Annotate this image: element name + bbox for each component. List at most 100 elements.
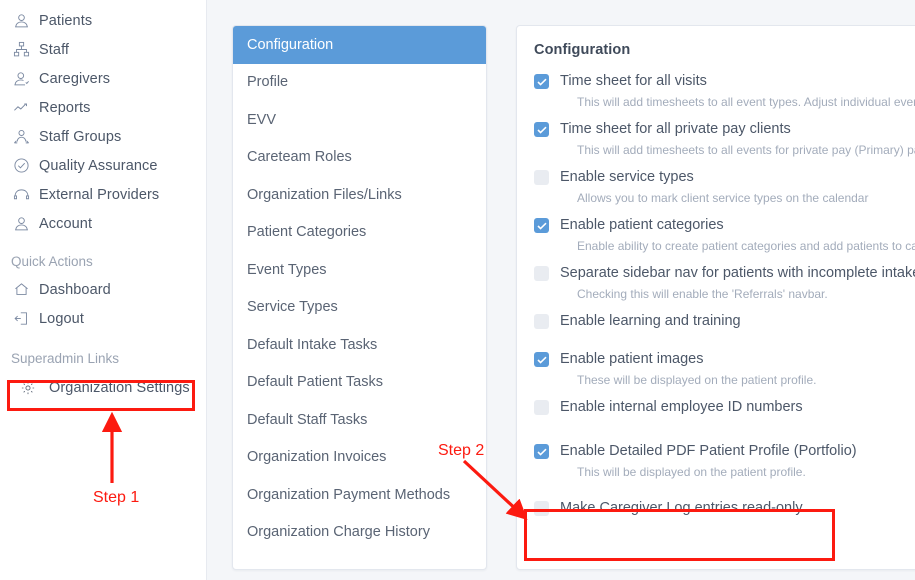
checkbox-time-sheet-private-pay[interactable]: [534, 122, 549, 137]
sidebar-item-label: Staff Groups: [39, 128, 122, 145]
settings-nav-label: Configuration: [247, 36, 334, 53]
config-option-label: Separate sidebar nav for patients with i…: [560, 265, 915, 281]
sidebar-item-label: Organization Settings: [49, 379, 190, 396]
settings-nav-label: Organization Payment Methods: [247, 486, 451, 503]
caregiver-icon: [13, 70, 39, 87]
settings-nav-label: Service Types: [247, 299, 338, 316]
sidebar-item-caregivers[interactable]: Caregivers: [0, 64, 206, 93]
config-option-desc: Checking this will enable the 'Referrals…: [577, 287, 828, 301]
step2-label: Step 2: [438, 442, 485, 459]
panel-title: Configuration: [534, 42, 631, 58]
settings-nav-item-patient-categories[interactable]: Patient Categories: [233, 214, 486, 252]
checkbox-enable-internal-employee-id-numbers[interactable]: [534, 400, 549, 415]
sidebar-section-superadmin-links: Superadmin Links: [11, 350, 120, 366]
settings-nav-label: Default Intake Tasks: [247, 336, 378, 353]
sidebar-item-external-providers[interactable]: External Providers: [0, 180, 206, 209]
config-option-row: Separate sidebar nav for patients with i…: [534, 264, 915, 303]
config-option-desc: These will be displayed on the patient p…: [577, 373, 817, 387]
config-option-desc: This will add timesheets to all event ty…: [577, 95, 915, 109]
config-option-label: Enable patient categories: [560, 217, 724, 233]
sidebar-item-label: Patients: [39, 12, 93, 29]
sidebar-item-account[interactable]: Account: [0, 209, 206, 238]
settings-nav-item-organization-payment-methods[interactable]: Organization Payment Methods: [233, 476, 486, 514]
settings-nav-label: EVV: [247, 111, 277, 128]
sidebar-item-quality-assurance[interactable]: Quality Assurance: [0, 151, 206, 180]
config-option-label: Enable learning and training: [560, 313, 741, 329]
settings-nav-item-default-intake-tasks[interactable]: Default Intake Tasks: [233, 326, 486, 364]
config-option-label: Time sheet for all private pay clients: [560, 121, 791, 137]
settings-nav-label: Default Staff Tasks: [247, 411, 368, 428]
app-root: Patients Staff Caregivers Reports Staff …: [0, 0, 915, 580]
checkbox-enable-patient-images[interactable]: [534, 352, 549, 367]
logout-icon: [13, 310, 39, 327]
sidebar-item-organization-settings[interactable]: Organization Settings: [0, 372, 206, 403]
checkbox-enable-learning-and-training[interactable]: [534, 314, 549, 329]
sidebar-item-reports[interactable]: Reports: [0, 93, 206, 122]
settings-nav-item-organization-files-links[interactable]: Organization Files/Links: [233, 176, 486, 214]
config-option-desc: Allows you to mark client service types …: [577, 191, 869, 205]
group-icon: [13, 128, 39, 145]
sidebar-item-label: Quality Assurance: [39, 157, 158, 174]
config-option-label: Time sheet for all visits: [560, 73, 707, 89]
sidebar-item-patients[interactable]: Patients: [0, 6, 206, 35]
settings-nav-item-careteam-roles[interactable]: Careteam Roles: [233, 139, 486, 177]
home-icon: [13, 281, 39, 298]
settings-nav-label: Careteam Roles: [247, 149, 352, 166]
config-option-label: Enable service types: [560, 169, 694, 185]
settings-nav-label: Patient Categories: [247, 224, 367, 241]
sidebar-item-label: Staff: [39, 41, 70, 58]
settings-nav-item-configuration[interactable]: Configuration: [233, 26, 486, 64]
config-option-desc: Enable ability to create patient categor…: [577, 239, 915, 253]
sidebar-item-label: Caregivers: [39, 70, 111, 87]
settings-nav-label: Default Patient Tasks: [247, 374, 383, 391]
settings-nav-item-profile[interactable]: Profile: [233, 64, 486, 102]
checkbox-enable-detailed-pdf-patient-profile[interactable]: [534, 444, 549, 459]
checkbox-enable-patient-categories[interactable]: [534, 218, 549, 233]
settings-nav-item-organization-charge-history[interactable]: Organization Charge History: [233, 514, 486, 552]
settings-nav-item-service-types[interactable]: Service Types: [233, 289, 486, 327]
configuration-panel: Configuration Time sheet for all visits …: [516, 25, 915, 570]
config-option-label: Make Caregiver Log entries read-only: [560, 500, 803, 516]
config-option-row: Enable patient categories Enable ability…: [534, 216, 915, 255]
checkbox-separate-sidebar-nav-incomplete-intake[interactable]: [534, 266, 549, 281]
config-option-row: Enable service types Allows you to mark …: [534, 168, 915, 207]
settings-nav-item-default-patient-tasks[interactable]: Default Patient Tasks: [233, 364, 486, 402]
config-option-label: Enable internal employee ID numbers: [560, 399, 803, 415]
config-option-row: Enable internal employee ID numbers: [534, 398, 915, 417]
gear-icon: [20, 380, 49, 396]
config-option-row: Time sheet for all visits This will add …: [534, 72, 915, 111]
config-option-label: Enable patient images: [560, 351, 704, 367]
config-option-row: Enable learning and training: [534, 312, 915, 331]
sidebar-item-label: External Providers: [39, 186, 160, 203]
settings-nav-item-default-staff-tasks[interactable]: Default Staff Tasks: [233, 401, 486, 439]
settings-nav-label: Organization Files/Links: [247, 186, 402, 203]
sidebar-item-staff-groups[interactable]: Staff Groups: [0, 122, 206, 151]
checkbox-time-sheet-all-visits[interactable]: [534, 74, 549, 89]
checkbox-make-caregiver-log-entries-read-only[interactable]: [534, 501, 549, 516]
handshake-icon: [13, 186, 39, 203]
sidebar-item-label: Dashboard: [39, 281, 111, 298]
sidebar-section-quick-actions: Quick Actions: [11, 253, 93, 269]
config-option-label: Enable Detailed PDF Patient Profile (Por…: [560, 443, 857, 459]
sidebar-item-label: Account: [39, 215, 93, 232]
sidebar-item-logout[interactable]: Logout: [0, 304, 206, 333]
sidebar-item-label: Logout: [39, 310, 84, 327]
check-circle-icon: [13, 157, 39, 174]
config-option-row-highlighted: Enable Detailed PDF Patient Profile (Por…: [534, 442, 915, 481]
checkbox-enable-service-types[interactable]: [534, 170, 549, 185]
line-chart-icon: [13, 99, 39, 116]
sidebar-item-staff[interactable]: Staff: [0, 35, 206, 64]
settings-nav-item-event-types[interactable]: Event Types: [233, 251, 486, 289]
settings-nav-label: Event Types: [247, 261, 327, 278]
config-option-row: Make Caregiver Log entries read-only: [534, 499, 915, 518]
patient-icon: [13, 12, 39, 29]
config-option-desc: This will be displayed on the patient pr…: [577, 465, 806, 479]
settings-nav-item-evv[interactable]: EVV: [233, 101, 486, 139]
settings-nav-label: Organization Charge History: [247, 524, 430, 541]
sidebar-item-label: Reports: [39, 99, 91, 116]
config-option-row: Time sheet for all private pay clients T…: [534, 120, 915, 159]
settings-nav-card: Configuration Profile EVV Careteam Roles…: [232, 25, 487, 570]
config-option-row: Enable patient images These will be disp…: [534, 350, 915, 389]
sidebar-item-dashboard[interactable]: Dashboard: [0, 275, 206, 304]
settings-nav-label: Profile: [247, 74, 289, 91]
